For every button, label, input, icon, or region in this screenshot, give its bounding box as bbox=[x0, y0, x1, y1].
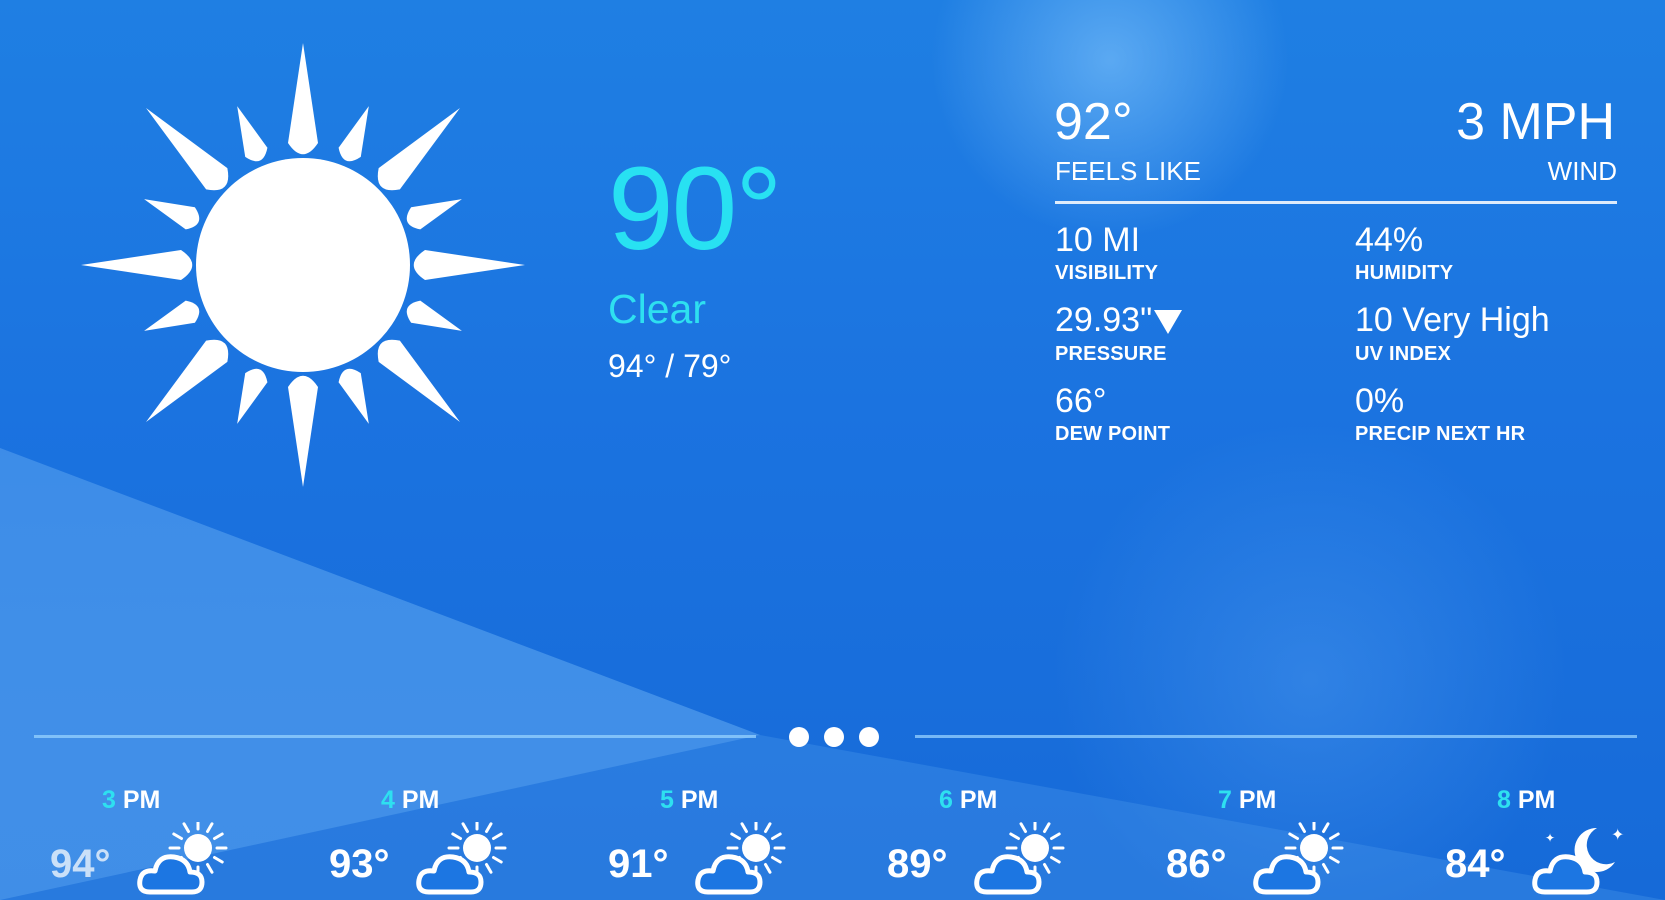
hourly-item: 7 PM 86° bbox=[1166, 780, 1378, 900]
hour-number: 3 bbox=[102, 786, 116, 814]
visibility-value: 10 MI bbox=[1055, 221, 1141, 259]
sun-ray bbox=[288, 375, 318, 487]
hour-number: 7 bbox=[1218, 786, 1232, 814]
sun-ray bbox=[146, 108, 229, 191]
hour-number: 6 bbox=[939, 786, 953, 814]
current-condition: Clear bbox=[608, 286, 706, 332]
feels-like-label: FEELS LIKE bbox=[1055, 156, 1201, 186]
hourly-item: 8 PM 84° ✦ ✦ bbox=[1445, 780, 1657, 900]
uv-index-value: 10 Very High bbox=[1355, 301, 1550, 339]
partly-cloudy-night-icon: ✦ ✦ bbox=[1531, 822, 1627, 900]
hourly-item: 5 PM 91° bbox=[608, 780, 820, 900]
hour-period: PM bbox=[1517, 786, 1556, 814]
svg-text:✦: ✦ bbox=[1545, 831, 1555, 845]
wind-value: 3 MPH bbox=[1456, 93, 1615, 151]
hour-temperature: 94° bbox=[50, 842, 111, 886]
precip-value: 0% bbox=[1355, 382, 1405, 420]
hour-temperature: 89° bbox=[887, 842, 948, 886]
precip-label: PRECIP NEXT HR bbox=[1355, 423, 1526, 445]
feels-like-value: 92° bbox=[1054, 93, 1133, 151]
hour-period: PM bbox=[680, 786, 719, 814]
partly-sunny-icon bbox=[973, 818, 1069, 900]
uv-index-label: UV INDEX bbox=[1355, 343, 1452, 365]
hour-period: PM bbox=[1238, 786, 1277, 814]
divider bbox=[1055, 201, 1617, 204]
page-dot-2[interactable] bbox=[824, 727, 844, 747]
page-dot-3[interactable] bbox=[859, 727, 879, 747]
partly-sunny-icon bbox=[1252, 818, 1348, 900]
partly-sunny-icon bbox=[694, 818, 790, 900]
hour-number: 8 bbox=[1497, 786, 1511, 814]
hour-number: 5 bbox=[660, 786, 674, 814]
sun-ray bbox=[338, 106, 369, 162]
partly-sunny-icon bbox=[415, 818, 511, 900]
hour-temperature: 91° bbox=[608, 842, 669, 886]
hour-label: 3 PM bbox=[102, 786, 160, 815]
hour-label: 7 PM bbox=[1218, 786, 1276, 815]
high-low-temperature: 94° / 79° bbox=[608, 348, 732, 384]
hour-label: 5 PM bbox=[660, 786, 718, 815]
visibility-label: VISIBILITY bbox=[1055, 262, 1159, 284]
sun-ray bbox=[377, 108, 460, 191]
hour-temperature: 86° bbox=[1166, 842, 1227, 886]
sun-ray bbox=[288, 43, 318, 155]
current-temperature: 90° bbox=[608, 143, 782, 275]
hourly-item: 4 PM 93° bbox=[329, 780, 541, 900]
sun-icon bbox=[81, 43, 525, 487]
humidity-label: HUMIDITY bbox=[1355, 262, 1454, 284]
humidity-value: 44% bbox=[1355, 221, 1424, 259]
hour-period: PM bbox=[959, 786, 998, 814]
hour-temperature: 93° bbox=[329, 842, 390, 886]
sun-ray bbox=[413, 250, 525, 280]
sun-ray bbox=[406, 199, 462, 230]
pager-line-left bbox=[34, 735, 756, 738]
sun-ray bbox=[144, 300, 200, 331]
sun-ray bbox=[237, 368, 268, 424]
weather-screen: 90° Clear 94° / 79° 92° FEELS LIKE 3 MPH… bbox=[0, 0, 1665, 900]
sun-ray bbox=[338, 368, 369, 424]
hour-number: 4 bbox=[381, 786, 395, 814]
pager-line-right bbox=[915, 735, 1637, 738]
sun-ray bbox=[237, 106, 268, 162]
dew-point-value: 66° bbox=[1055, 382, 1107, 420]
dew-point-label: DEW POINT bbox=[1055, 423, 1171, 445]
sun-ray bbox=[144, 199, 200, 230]
svg-text:✦: ✦ bbox=[1611, 825, 1624, 844]
hour-label: 6 PM bbox=[939, 786, 997, 815]
hour-label: 8 PM bbox=[1497, 786, 1555, 815]
hourly-item: 3 PM 94° bbox=[50, 780, 262, 900]
page-dot-1[interactable] bbox=[789, 727, 809, 747]
wind-label: WIND bbox=[1547, 156, 1617, 186]
sun-ray bbox=[146, 339, 229, 422]
pressure-row: 29.93" bbox=[1055, 301, 1183, 339]
sun-ray bbox=[81, 250, 193, 280]
hour-temperature: 84° bbox=[1445, 842, 1506, 886]
pressure-label: PRESSURE bbox=[1055, 343, 1167, 365]
pressure-value: 29.93" bbox=[1055, 301, 1153, 339]
sun-ray bbox=[377, 339, 460, 422]
hour-label: 4 PM bbox=[381, 786, 439, 815]
sun-ray bbox=[406, 300, 462, 331]
hourly-item: 6 PM 89° bbox=[887, 780, 1099, 900]
down-arrow-icon bbox=[1154, 310, 1183, 335]
hour-period: PM bbox=[122, 786, 161, 814]
hour-period: PM bbox=[401, 786, 440, 814]
partly-sunny-icon bbox=[136, 818, 232, 900]
